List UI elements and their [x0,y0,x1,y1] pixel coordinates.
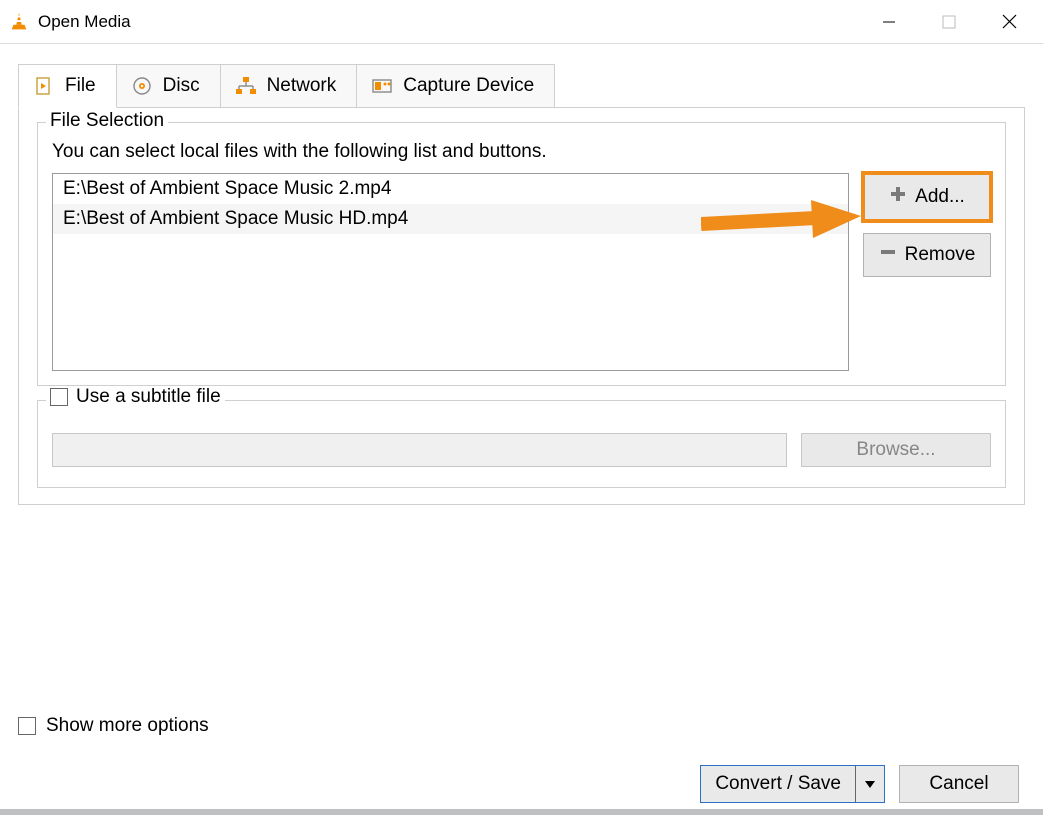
subtitle-checkbox-label: Use a subtitle file [76,386,221,408]
remove-button[interactable]: Remove [863,233,991,277]
subtitle-path-input [52,433,787,467]
chevron-down-icon [864,779,876,789]
plus-icon [889,185,907,209]
footer: Show more options Convert / Save Cancel [18,715,1019,803]
file-icon [33,75,55,97]
file-selection-fieldset: File Selection You can select local file… [37,122,1006,386]
capture-device-icon [371,75,393,97]
tab-file[interactable]: File [18,64,117,108]
window-title: Open Media [38,12,859,32]
file-list[interactable]: E:\Best of Ambient Space Music 2.mp4 E:\… [52,173,849,371]
content-area: File Disc [0,44,1043,505]
minus-icon [879,243,897,267]
subtitle-checkbox[interactable] [50,388,68,406]
add-button-label: Add... [915,186,965,208]
close-button[interactable] [979,2,1039,42]
tab-network[interactable]: Network [220,64,358,108]
remove-button-label: Remove [905,244,976,266]
vlc-cone-icon [8,11,30,33]
show-more-checkbox[interactable] [18,717,36,735]
file-buttons: Add... Remove [863,173,991,371]
browse-button-label: Browse... [856,439,935,461]
show-more-label: Show more options [46,715,209,737]
file-selection-body: E:\Best of Ambient Space Music 2.mp4 E:\… [52,173,991,371]
cancel-button-label: Cancel [929,773,988,795]
add-button[interactable]: Add... [863,173,991,221]
tab-capture-device[interactable]: Capture Device [356,64,555,108]
subtitle-legend: Use a subtitle file [46,386,225,408]
disc-icon [131,75,153,97]
network-icon [235,75,257,97]
tab-disc[interactable]: Disc [116,64,221,108]
show-more-options[interactable]: Show more options [18,715,1019,737]
browse-button: Browse... [801,433,991,467]
tab-label: Capture Device [403,75,534,97]
tab-label: Network [267,75,337,97]
tab-strip: File Disc [18,64,1025,108]
convert-save-label: Convert / Save [701,766,855,802]
list-item[interactable]: E:\Best of Ambient Space Music HD.mp4 [53,204,848,234]
file-selection-hint: You can select local files with the foll… [52,141,991,163]
dropdown-toggle[interactable] [855,766,884,802]
action-buttons: Convert / Save Cancel [18,765,1019,803]
window-controls [859,2,1039,42]
subtitle-body: Browse... [52,433,991,467]
tab-label: Disc [163,75,200,97]
cancel-button[interactable]: Cancel [899,765,1019,803]
file-selection-legend: File Selection [46,110,168,132]
minimize-button[interactable] [859,2,919,42]
convert-save-button[interactable]: Convert / Save [700,765,885,803]
list-item[interactable]: E:\Best of Ambient Space Music 2.mp4 [53,174,848,204]
main-panel: File Selection You can select local file… [18,107,1025,505]
subtitle-fieldset: Use a subtitle file Browse... [37,400,1006,488]
maximize-button[interactable] [919,2,979,42]
titlebar: Open Media [0,0,1043,44]
bottom-edge [0,809,1043,815]
tab-label: File [65,75,96,97]
